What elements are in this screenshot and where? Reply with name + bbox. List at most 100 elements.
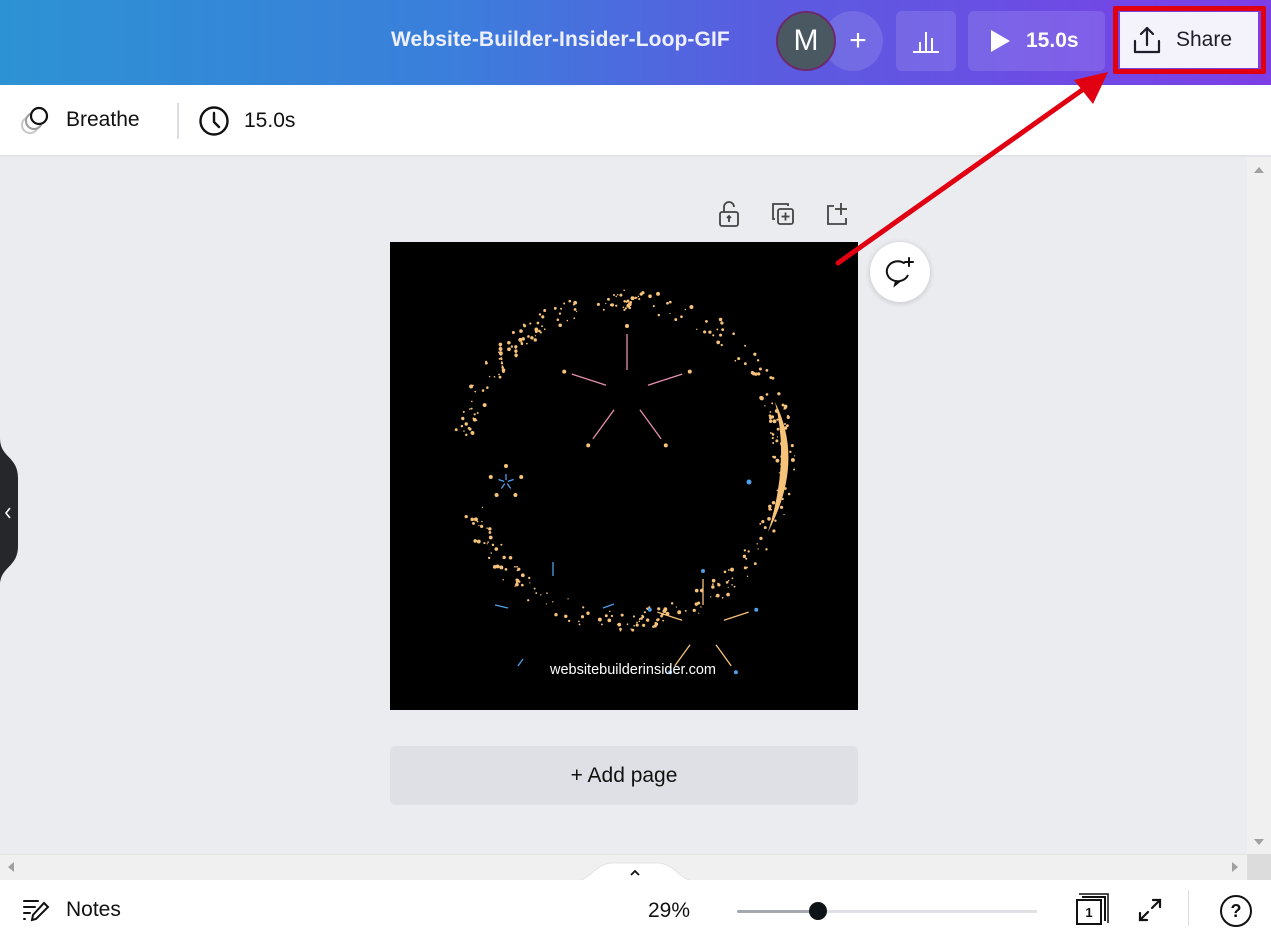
duplicate-page-button[interactable] <box>768 199 798 229</box>
add-page-top-button[interactable] <box>822 199 852 229</box>
pink-star-tip <box>562 369 567 374</box>
sparkle-dot <box>775 439 779 443</box>
sparkle-dot <box>638 620 641 623</box>
sparkle-dot <box>469 408 471 410</box>
pink-star-tip <box>586 443 591 448</box>
sparkle-dot <box>538 329 541 333</box>
vertical-scrollbar[interactable] <box>1247 157 1271 854</box>
sparkle-dot <box>530 336 534 340</box>
sparkle-dot <box>464 514 468 519</box>
sparkle-dot <box>710 596 712 598</box>
sparkle-dot <box>473 413 476 416</box>
sparkle-dot <box>601 623 603 626</box>
sparkle-dot <box>501 361 503 363</box>
share-label: Share <box>1176 28 1233 51</box>
sparkle-dot <box>715 593 720 598</box>
side-panel-toggle[interactable] <box>0 438 19 586</box>
sparkle-dot <box>568 299 572 303</box>
zoom-slider[interactable] <box>737 899 1037 923</box>
sparkle-dot <box>625 300 628 303</box>
zoom-slider-thumb[interactable] <box>809 902 827 920</box>
sparkle-dot <box>475 539 477 542</box>
sparkle-dot <box>697 601 701 605</box>
sparkle-dot <box>764 405 766 407</box>
scrollbar-corner <box>1247 854 1271 880</box>
sparkle-dot <box>465 433 468 437</box>
small-star-ray <box>498 478 505 483</box>
sparkle-dot <box>628 306 632 310</box>
sparkle-dot <box>778 472 781 474</box>
pink-star-ray <box>592 409 615 440</box>
sparkle-dot <box>677 610 682 615</box>
footer-divider <box>1188 890 1189 926</box>
sparkle-dot <box>774 519 777 522</box>
sparkle-dot <box>534 335 536 337</box>
animate-button[interactable]: Breathe <box>18 105 140 135</box>
scroll-right-arrow[interactable] <box>1232 862 1238 872</box>
small-star-ray <box>500 483 506 489</box>
sparkle-dot <box>607 618 612 623</box>
sparkle-dot <box>610 614 614 618</box>
scroll-up-arrow[interactable] <box>1254 167 1264 173</box>
small-star-tip <box>488 475 493 480</box>
blue-dot <box>746 479 752 485</box>
sparkle-dot <box>763 526 767 530</box>
scroll-left-arrow[interactable] <box>8 862 14 872</box>
sparkle-dot <box>529 322 532 325</box>
duration-button[interactable]: 15.0s <box>198 105 295 137</box>
sparkle-dot <box>674 318 678 322</box>
scroll-down-arrow[interactable] <box>1254 839 1264 845</box>
design-website-text[interactable]: websitebuilderinsider.com <box>390 662 858 678</box>
sparkle-dot <box>500 543 503 546</box>
zoom-percent[interactable]: 29% <box>648 899 690 923</box>
notes-label: Notes <box>66 898 121 921</box>
sparkle-dot <box>653 624 657 628</box>
sparkle-dot <box>578 620 580 623</box>
sparkle-dot <box>725 581 729 584</box>
sparkle-dot <box>689 304 694 309</box>
sparkle-dot <box>515 578 520 583</box>
sparkle-dot <box>558 312 562 315</box>
sparkle-dot <box>753 352 757 356</box>
sparkle-dot <box>694 588 699 593</box>
sparkle-dot <box>747 550 750 553</box>
help-icon: ? <box>1230 900 1242 921</box>
sparkle-dot <box>554 613 558 617</box>
user-avatar[interactable]: M <box>776 11 836 71</box>
small-star-tip <box>519 475 524 480</box>
sparkle-dot <box>552 601 554 603</box>
sparkle-dot <box>756 543 758 545</box>
insights-button[interactable] <box>896 11 956 71</box>
page-count-button[interactable]: 1 <box>1073 893 1109 927</box>
sparkle-dot <box>494 547 499 551</box>
sparkle-dot <box>470 407 473 410</box>
footer-bar: Notes 29% 1 ? <box>0 880 1271 938</box>
sparkle-dot <box>765 393 769 396</box>
pink-star-ray <box>639 409 662 440</box>
sparkle-dot <box>711 583 714 586</box>
sparkle-dot <box>703 330 707 334</box>
document-title[interactable]: Website-Builder-Insider-Loop-GIF <box>391 28 730 52</box>
sparkle-dot <box>615 295 618 298</box>
sparkle-dot <box>564 614 568 619</box>
page-count: 1 <box>1076 899 1102 925</box>
share-button[interactable]: Share <box>1120 12 1258 68</box>
sparkle-dot <box>684 609 687 612</box>
sparkle-dot <box>464 422 468 426</box>
sparkle-dot <box>643 611 646 614</box>
sparkle-dot <box>514 345 518 349</box>
add-comment-button[interactable] <box>870 242 930 302</box>
help-button[interactable]: ? <box>1220 895 1252 927</box>
fullscreen-button[interactable] <box>1136 896 1164 924</box>
sparkle-dot <box>790 444 794 448</box>
sparkle-dot <box>488 375 491 378</box>
notes-button[interactable]: Notes <box>22 897 121 923</box>
sparkle-dot <box>596 302 600 306</box>
play-button[interactable]: 15.0s <box>968 11 1105 71</box>
sparkle-dot <box>567 598 569 600</box>
lock-button[interactable] <box>714 199 744 229</box>
animation-label: Breathe <box>66 108 140 131</box>
sparkle-dot <box>461 416 465 421</box>
add-page-button[interactable]: + Add page <box>390 746 858 805</box>
design-page[interactable]: websitebuilderinsider.com <box>390 242 858 710</box>
